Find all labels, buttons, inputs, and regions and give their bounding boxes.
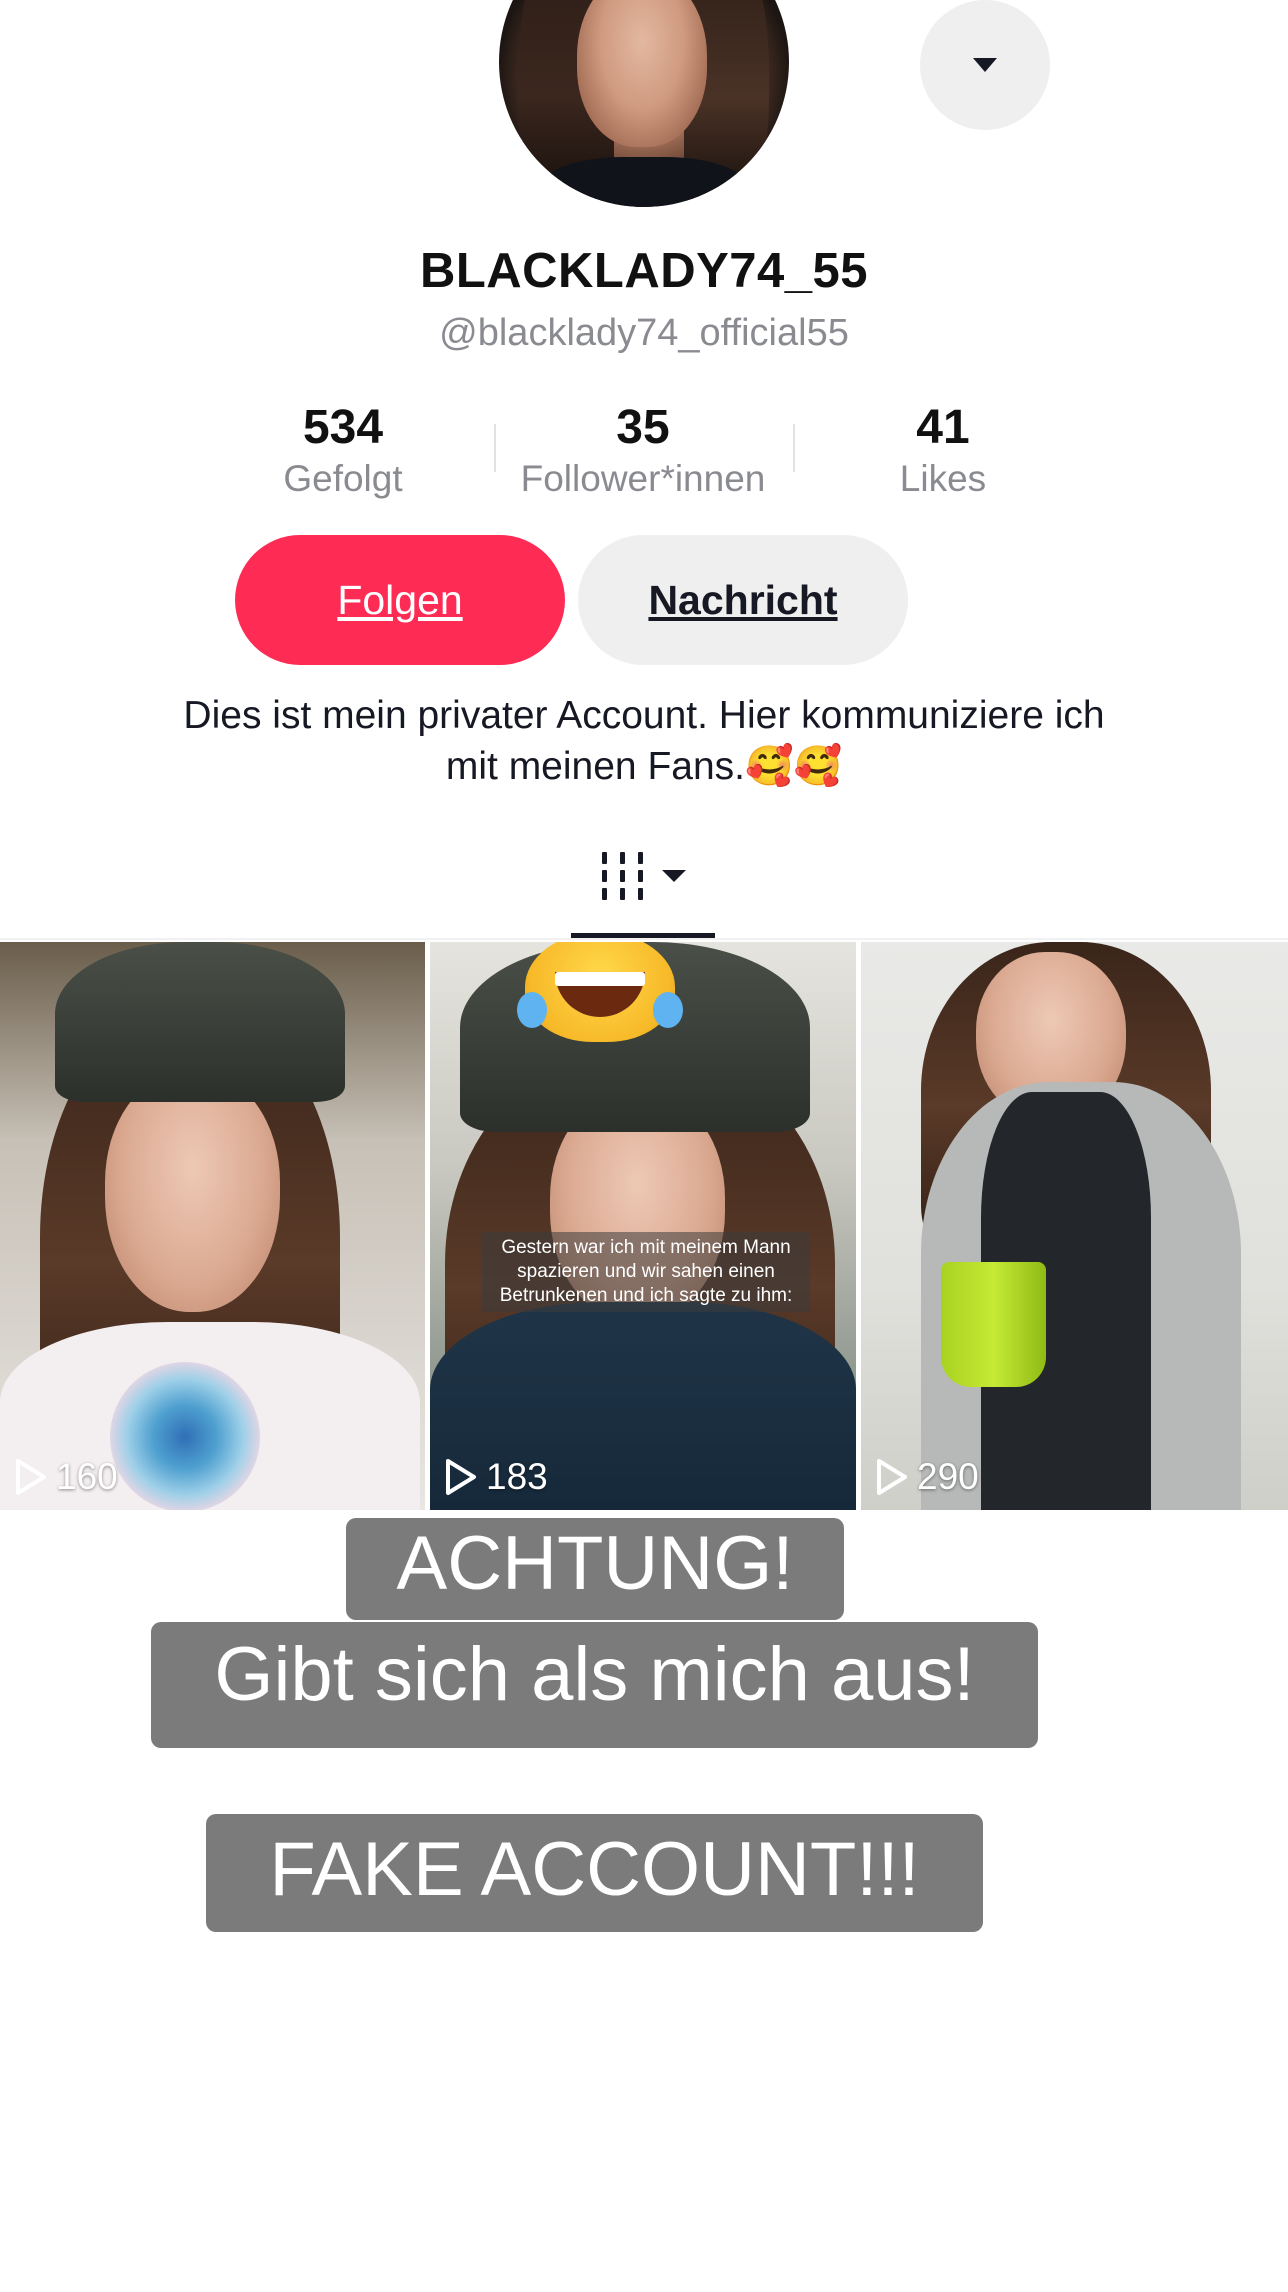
emoji-teeth [555, 972, 645, 986]
view-count-value: 290 [917, 1456, 979, 1497]
warning-banner: ACHTUNG! [346, 1518, 844, 1620]
bio-line: mit meinen Fans.🥰🥰 [100, 741, 1188, 792]
profile-bio: Dies ist mein privater Account. Hier kom… [100, 690, 1188, 792]
caret-down-icon [973, 58, 997, 72]
follow-button[interactable]: Folgen [235, 535, 565, 665]
thumbnail-hat [55, 942, 345, 1102]
bio-line: Dies ist mein privater Account. Hier kom… [183, 694, 1105, 737]
view-count-value: 160 [56, 1456, 118, 1497]
thumbnail-print [110, 1362, 260, 1510]
stat-likes[interactable]: 41 Likes [793, 400, 1093, 502]
bio-text: mit meinen Fans. [445, 745, 745, 788]
view-count-value: 183 [486, 1456, 548, 1497]
warning-banner: Gibt sich als mich aus! [151, 1622, 1038, 1748]
view-count: 290 [875, 1456, 979, 1498]
stat-label: Follower*innen [520, 458, 766, 499]
view-count: 160 [14, 1456, 118, 1498]
video-caption: Gestern war ich mit meinem Mann spaziere… [482, 1232, 810, 1312]
stat-label: Gefolgt [283, 458, 403, 499]
thumbnail-face [105, 1072, 280, 1312]
fake-account-banner: FAKE ACCOUNT!!! [206, 1814, 983, 1932]
stat-value: 35 [616, 401, 670, 454]
stat-value: 41 [916, 401, 970, 454]
video-thumbnail[interactable]: 160 [0, 942, 425, 1510]
video-thumbnail[interactable]: Gestern war ich mit meinem Mann spaziere… [430, 942, 856, 1510]
emoji-tear [517, 992, 547, 1028]
thumbnail-mug [941, 1262, 1046, 1387]
laughing-tears-emoji [517, 942, 683, 1042]
message-button[interactable]: Nachricht [578, 535, 908, 665]
bio-emoji: 🥰🥰 [744, 745, 843, 788]
display-name: BLACKLADY74_55 [419, 244, 869, 298]
avatar-shirt [539, 157, 749, 207]
emoji-tear [653, 992, 683, 1028]
tab-divider [0, 938, 1288, 940]
stat-followers[interactable]: 35 Follower*innen [493, 400, 793, 502]
video-thumbnail[interactable]: 290 [861, 942, 1288, 1510]
stat-label: Likes [899, 458, 987, 499]
avatar-face [577, 0, 707, 147]
tab-videos[interactable] [598, 850, 693, 910]
play-icon [877, 1459, 907, 1495]
play-icon [16, 1459, 46, 1495]
videos-grid-icon [602, 852, 686, 900]
play-icon [446, 1459, 476, 1495]
profile-avatar[interactable] [499, 0, 789, 207]
view-count: 183 [444, 1456, 548, 1498]
more-options-button[interactable] [920, 0, 1050, 130]
username-handle: @blacklady74_official55 [439, 312, 849, 354]
stat-following[interactable]: 534 Gefolgt [193, 400, 493, 502]
stat-value: 534 [302, 401, 384, 454]
